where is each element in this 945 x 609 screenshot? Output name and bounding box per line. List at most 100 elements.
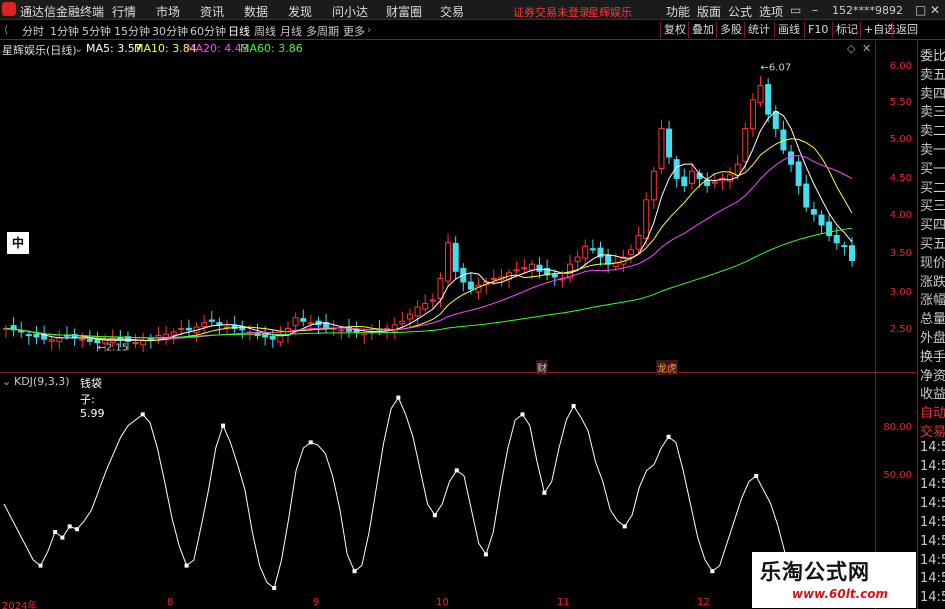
menu-item-gongneng[interactable]: 功能 (666, 3, 690, 20)
menu-item-faxian[interactable]: 发现 (288, 3, 312, 20)
zhong-marker[interactable]: 中 (7, 232, 29, 254)
kline-chart[interactable]: ←6.07 ←2.15 (0, 57, 875, 371)
menu-item-wenxiaoda[interactable]: 问小达 (332, 3, 368, 20)
candle-body (33, 333, 40, 338)
side-panel-row[interactable]: 14:56 (920, 515, 945, 530)
tab-more[interactable]: 更多 (343, 23, 365, 39)
side-panel-row[interactable]: 14:56 (920, 459, 945, 474)
tab-1min[interactable]: 1分钟 (50, 23, 79, 39)
side-panel-row: 买三 (920, 199, 945, 215)
settings-chevron-icon[interactable]: ⌄ (74, 42, 83, 55)
minimize-icon[interactable]: – (812, 3, 818, 17)
candle-body (201, 322, 208, 327)
cai-marker[interactable]: 财 (536, 360, 548, 375)
tab-fenshi[interactable]: 分时 (22, 23, 44, 39)
candle-body (795, 161, 802, 187)
pane-divider (0, 372, 917, 373)
candle-body (810, 209, 817, 215)
app-title: 通达信金融终端 (20, 5, 105, 19)
side-panel-row: 卖三 (920, 105, 945, 121)
candle-body (658, 127, 665, 169)
back-button[interactable]: 返回 (892, 22, 918, 38)
kdj-chart[interactable] (0, 388, 875, 596)
candle-body (841, 245, 848, 248)
tab-15min[interactable]: 15分钟 (114, 23, 150, 39)
kdj-chevron-icon[interactable]: ⌄ (2, 375, 11, 388)
menu-item-xuanxiang[interactable]: 选项 (759, 3, 783, 20)
more-chevron-icon[interactable]: › (367, 23, 371, 36)
side-panel-row: 卖四 (920, 86, 945, 102)
menu-item-jiaoyi[interactable]: 交易 (440, 3, 464, 20)
menu-item-shuju[interactable]: 数据 (244, 3, 268, 20)
user-account[interactable]: 152****9892 (832, 4, 903, 17)
trade-login-notice[interactable]: 证券交易未登录 (513, 4, 590, 20)
candle-body (79, 338, 86, 341)
side-panel-row[interactable]: 自动 (920, 402, 945, 421)
side-panel-row[interactable]: 14:56 (920, 553, 945, 568)
tab-30min[interactable]: 30分钟 (152, 23, 188, 39)
side-panel-row[interactable]: 交易 (920, 421, 945, 440)
candle-body (467, 281, 474, 290)
side-panel-row[interactable]: 14:56 (920, 496, 945, 511)
toolbar-left-arrow-icon[interactable]: ⟨ (4, 23, 8, 36)
candle-body (422, 302, 429, 310)
fuquan-button[interactable]: 复权 (660, 22, 686, 38)
longhu-marker[interactable]: 龙虎 (656, 360, 678, 375)
side-panel-row[interactable]: 14:56 (920, 534, 945, 549)
kdj-signal-point (140, 412, 145, 417)
close-chart-icon[interactable]: ✕ (862, 42, 871, 55)
biaoji-button[interactable]: 标记 (832, 22, 858, 38)
menu-item-gongshi[interactable]: 公式 (728, 3, 752, 20)
candle-body (399, 320, 406, 325)
price-axis-label: 3.00 (889, 287, 912, 298)
kdj-line (3, 396, 801, 594)
maximize-icon[interactable]: □ (915, 3, 926, 17)
candle-body (86, 339, 93, 342)
candle-body (521, 267, 528, 270)
f10-button[interactable]: F10 (804, 22, 828, 38)
diejia-button[interactable]: 叠加 (688, 22, 714, 38)
candle-body (711, 181, 718, 184)
candle-body (772, 111, 779, 129)
low-annotation: ←2.15 (97, 342, 128, 353)
candle-body (490, 277, 497, 280)
add-watchlist-button[interactable]: +自选 (860, 22, 895, 38)
tab-multi-period[interactable]: 多周期 (306, 23, 339, 39)
candle-body (742, 127, 749, 162)
window-menu-icon[interactable]: ▭ (790, 3, 801, 17)
settings-icon[interactable]: ◇ (847, 42, 855, 55)
candle-body (818, 214, 825, 226)
tab-monthly[interactable]: 月线 (280, 23, 302, 39)
candle-body (749, 99, 756, 130)
side-panel-row[interactable]: 14:56 (920, 571, 945, 586)
tab-daily[interactable]: 日线 (228, 23, 250, 39)
ma5-line (5, 110, 853, 342)
side-panel-row[interactable]: 14:56 (920, 590, 945, 605)
menu-item-shichang[interactable]: 市场 (156, 3, 180, 20)
tongji-button[interactable]: 统计 (744, 22, 770, 38)
ma20-line (5, 155, 853, 339)
side-panel-row[interactable]: 14:56 (920, 477, 945, 492)
duogu-button[interactable]: 多股 (716, 22, 742, 38)
tab-60min[interactable]: 60分钟 (190, 23, 226, 39)
menu-item-banmian[interactable]: 版面 (697, 3, 721, 20)
kdj-signal-point (396, 395, 401, 400)
close-icon[interactable]: ✕ (930, 3, 940, 17)
huaxian-button[interactable]: 画线 (774, 22, 800, 38)
side-panel-row[interactable]: 14:56 (920, 440, 945, 455)
menu-item-caifuquan[interactable]: 财富圈 (386, 3, 422, 20)
candle-body (338, 329, 345, 332)
chart-title: 星辉娱乐(日线) (2, 44, 77, 57)
tab-5min[interactable]: 5分钟 (82, 23, 111, 39)
axis-divider (875, 41, 876, 609)
stock-name-notice: 星辉娱乐 (588, 6, 632, 19)
menu-item-hangqing[interactable]: 行情 (112, 3, 136, 20)
candle-body (48, 339, 55, 342)
side-panel-row: 换手 (920, 349, 945, 365)
kdj-signal-point (483, 552, 488, 557)
side-panel-row: 卖五 (920, 67, 945, 83)
date-label: 9 (313, 597, 320, 608)
side-panel-row: 现价 (920, 255, 945, 271)
menu-item-zixun[interactable]: 资讯 (200, 3, 224, 20)
tab-weekly[interactable]: 周线 (254, 23, 276, 39)
